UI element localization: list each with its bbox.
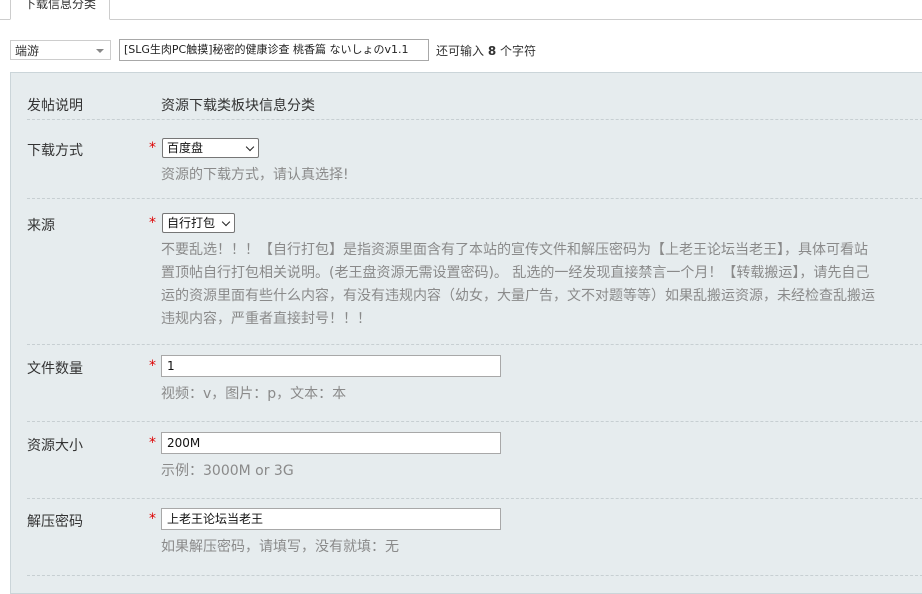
resource-size-input[interactable]: 200M [161, 432, 501, 454]
resource-size-label: 资源大小 [27, 438, 83, 454]
file-count-label: 文件数量 [27, 361, 83, 377]
download-method-select[interactable]: 百度盘 [162, 138, 259, 158]
source-hint-line: 运的资源里面有些什么内容，有没有违规内容（幼女，大量广告，文不对题等等）如果乱搬… [161, 288, 875, 304]
download-method-selected: 百度盘 [167, 141, 204, 155]
thread-type-select[interactable]: 端游 [10, 40, 111, 60]
form-row-intro: 发帖说明 资源下载类板块信息分类 [27, 73, 922, 120]
download-method-hint: 资源的下载方式，请认真选择! [161, 167, 349, 183]
unzip-password-hint: 如果解压密码，请填写，没有就填：无 [161, 539, 399, 555]
form-row-unzip-password: 解压密码 * 上老王论坛当老王 如果解压密码，请填写，没有就填：无 [27, 499, 922, 576]
subject-title-input[interactable]: [SLG生肉PC触摸]秘密的健康诊查 桃香篇 ないしょのv1.1 [119, 39, 429, 61]
source-hint: 不要乱选！！！【自行打包】是指资源里面含有了本站的宣传文件和解压密码为【上老王论… [161, 239, 922, 331]
form-row-download-method: 下载方式 * 百度盘 资源的下载方式，请认真选择! [27, 120, 922, 199]
download-method-label: 下载方式 [27, 143, 83, 159]
thread-info-form: 发帖说明 资源下载类板块信息分类 下载方式 * 百度盘 资源的下载方式，请认真选… [10, 72, 922, 594]
file-count-input[interactable]: 1 [161, 355, 501, 377]
chevron-down-icon [245, 142, 255, 152]
remaining-count: 8 [487, 44, 497, 58]
required-mark: * [149, 215, 156, 231]
source-select[interactable]: 自行打包 [162, 213, 235, 233]
file-count-hint: 视频：v，图片：p，文本：本 [161, 386, 347, 402]
required-mark: * [149, 435, 156, 451]
required-mark: * [149, 140, 156, 156]
source-selected: 自行打包 [167, 216, 216, 230]
required-mark: * [149, 358, 156, 374]
source-hint-line: 违规内容，严重者直接封号！！！ [161, 311, 371, 327]
form-row-source: 来源 * 自行打包 不要乱选！！！【自行打包】是指资源里面含有了本站的宣传文件和… [27, 199, 922, 345]
chevron-down-icon [221, 217, 231, 227]
form-row-resource-size: 资源大小 * 200M 示例：3000M or 3G [27, 422, 922, 499]
chevron-down-icon [96, 49, 104, 53]
source-hint-line: 不要乱选！！！【自行打包】是指资源里面含有了本站的宣传文件和解压密码为【上老王论… [161, 242, 868, 258]
source-hint-line: 置顶帖自行打包相关说明。(老王盘资源无需设置密码)。 乱选的一经发现直接禁言一个… [161, 265, 870, 281]
intro-value: 资源下载类板块信息分类 [161, 98, 315, 114]
remaining-prefix: 还可输入 [436, 44, 485, 58]
resource-size-hint: 示例：3000M or 3G [161, 463, 294, 479]
subject-row: 端游 [SLG生肉PC触摸]秘密的健康诊查 桃香篇 ないしょのv1.1 还可输入… [0, 38, 922, 64]
tab-bar: 下载信息分类 [0, 0, 922, 20]
tab-download-info-category[interactable]: 下载信息分类 [10, 0, 110, 20]
intro-label: 发帖说明 [27, 98, 83, 114]
unzip-password-label: 解压密码 [27, 514, 83, 530]
remaining-chars-text: 还可输入 8 个字符 [436, 42, 536, 59]
unzip-password-input[interactable]: 上老王论坛当老王 [161, 508, 501, 530]
source-label: 来源 [27, 218, 55, 234]
remaining-suffix: 个字符 [500, 44, 537, 58]
required-mark: * [149, 511, 156, 527]
thread-type-selected: 端游 [15, 44, 40, 58]
form-row-file-count: 文件数量 * 1 视频：v，图片：p，文本：本 [27, 345, 922, 422]
